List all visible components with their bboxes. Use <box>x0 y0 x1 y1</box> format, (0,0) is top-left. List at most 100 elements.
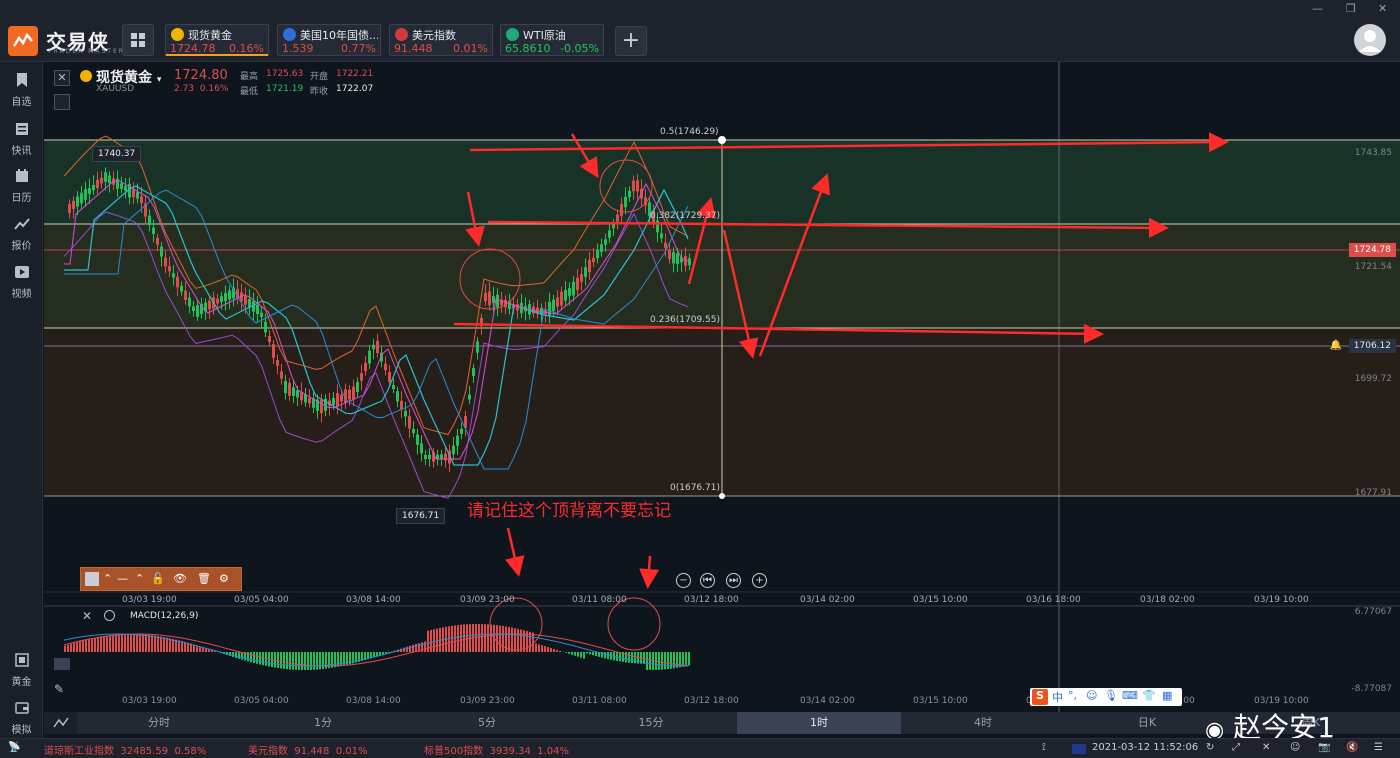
sidebar-item-news[interactable]: 快讯 <box>0 117 43 161</box>
fib-label: 0.5(1746.29) <box>660 127 719 137</box>
tab-spot-gold[interactable]: 现货黄金 1724.78 0.16% <box>165 24 269 56</box>
macd-histogram <box>63 624 690 670</box>
line-style-icon[interactable]: — <box>117 572 128 585</box>
macd-bar <box>307 652 309 670</box>
macd-bar <box>103 636 105 652</box>
candle <box>332 398 335 405</box>
eye-icon[interactable]: 👁 <box>173 572 187 585</box>
candle <box>188 297 191 307</box>
color-swatch[interactable] <box>85 572 99 586</box>
bond-icon <box>283 28 296 41</box>
ticker-dow[interactable]: 道琼斯工业指数 32485.59 0.58% <box>44 742 206 757</box>
chart-canvas[interactable] <box>44 62 1400 712</box>
prev-close-value: 1722.07 <box>336 84 374 94</box>
tf-4h[interactable]: 4时 <box>901 712 1065 734</box>
candle <box>472 368 475 376</box>
arrow[interactable] <box>639 555 660 589</box>
mute-icon[interactable]: 🔇 <box>1346 742 1358 753</box>
fib-handle[interactable] <box>719 493 725 499</box>
skin-icon[interactable]: 👕 <box>1142 689 1156 702</box>
time-axis-label: 03/05 04:00 <box>234 595 289 605</box>
emoji-icon[interactable]: ☺ <box>1086 689 1097 702</box>
indicator-settings-icon[interactable] <box>104 610 115 621</box>
trash-icon[interactable]: 🗑 <box>197 572 211 585</box>
tf-tick[interactable]: 分时 <box>77 712 241 734</box>
mic-icon[interactable]: 🎙 <box>1104 689 1118 702</box>
annotation-text[interactable]: 请记住这个顶背离不要忘记 <box>467 496 671 521</box>
menu-icon[interactable]: ☰ <box>1374 742 1383 753</box>
macd-bar <box>595 652 597 657</box>
candle <box>632 180 635 192</box>
ime-lang[interactable]: 中 <box>1052 689 1063 705</box>
chevron-up-icon[interactable]: ⌃ <box>135 572 144 585</box>
user-icon[interactable]: ☺ <box>1290 742 1300 753</box>
sidebar-item-watchlist[interactable]: 自选 <box>0 68 43 112</box>
bar-icon[interactable] <box>54 658 70 670</box>
alert-price-tag[interactable]: 1706.12 <box>1348 339 1396 353</box>
indicator-toggle[interactable] <box>44 712 77 734</box>
price-axis-label: 1743.85 <box>1354 148 1392 158</box>
restore-icon[interactable]: ❐ <box>1346 2 1356 15</box>
candle <box>192 306 195 311</box>
tf-5m[interactable]: 5分 <box>405 712 569 734</box>
sidebar-item-calendar[interactable]: 日历 <box>0 164 43 208</box>
close-window-icon[interactable]: ✕ <box>1378 2 1387 15</box>
sidebar-item-video[interactable]: 视频 <box>0 260 43 304</box>
macd-bar <box>451 625 453 652</box>
camera-icon[interactable]: 📷 <box>1318 742 1330 753</box>
sidebar-item-label: 模拟 <box>11 725 32 736</box>
zoom-in-button[interactable]: + <box>752 573 767 588</box>
bell-icon[interactable]: 🔔 <box>1330 340 1342 351</box>
candle <box>620 203 623 217</box>
tf-1m[interactable]: 1分 <box>241 712 405 734</box>
lock-icon[interactable]: 🔓 <box>151 572 165 585</box>
candle <box>340 394 343 402</box>
layout-grid-button[interactable] <box>122 24 154 56</box>
ticker-dxy[interactable]: 美元指数 91.448 0.01% <box>248 742 368 757</box>
tab-us10y[interactable]: 美国10年国债... 1.539 0.77% <box>277 24 381 56</box>
tab-pct: 0.01% <box>453 42 488 55</box>
ime-toolbar[interactable]: S 中 °, ☺ 🎙 ⌨ 👕 ▦ <box>1030 688 1182 706</box>
gold-icon <box>14 653 29 667</box>
jump-start-button[interactable]: ⏮ <box>700 573 715 588</box>
fullscreen-icon[interactable]: ⤢ <box>1232 742 1240 753</box>
macd-bar <box>106 635 108 652</box>
close-chart-button[interactable]: ✕ <box>54 70 70 86</box>
tools-icon[interactable]: ✕ <box>1262 742 1270 753</box>
sidebar-item-demo[interactable]: 模拟 <box>0 696 43 740</box>
macd-bar <box>67 644 69 652</box>
keyboard-icon[interactable]: ⌨ <box>1122 689 1138 702</box>
macd-bar <box>478 624 480 652</box>
chevron-up-icon[interactable]: ⌃ <box>103 572 112 585</box>
fib-handle[interactable] <box>718 136 726 144</box>
tab-usd-index[interactable]: 美元指数 91.448 0.01% <box>389 24 493 56</box>
time-axis-label: 03/12 18:00 <box>684 595 739 605</box>
user-avatar[interactable] <box>1354 24 1386 56</box>
tf-1h[interactable]: 1时 <box>737 712 901 734</box>
draw-tool-button[interactable] <box>54 94 70 110</box>
tab-wti-oil[interactable]: WTI原油 65.8610 -0.05% <box>500 24 604 56</box>
refresh-icon[interactable]: ↻ <box>1206 742 1214 753</box>
ticker-spx[interactable]: 标普500指数 3939.34 1.04% <box>424 742 569 757</box>
signal-icon[interactable]: ⟟ <box>1042 742 1046 753</box>
tf-15m[interactable]: 15分 <box>569 712 733 734</box>
punct-icon[interactable]: °, <box>1068 689 1077 702</box>
arrow[interactable] <box>504 527 525 577</box>
toolbox-icon[interactable]: ▦ <box>1162 689 1172 702</box>
pen-icon[interactable]: ✎ <box>54 682 64 696</box>
sidebar-item-gold[interactable]: 黄金 <box>0 648 43 692</box>
sidebar-item-quotes[interactable]: 报价 <box>0 212 43 256</box>
close-indicator-button[interactable]: ✕ <box>82 609 92 623</box>
price-chart[interactable]: ✕ 现货黄金 ▾ XAUUSD 1724.80 2.73 0.16% 最高 17… <box>44 62 1400 712</box>
jump-end-button[interactable]: ⏭ <box>726 573 741 588</box>
add-tab-button[interactable]: + <box>615 26 647 56</box>
candle <box>176 276 179 288</box>
macd-bar <box>154 635 156 652</box>
time-axis-label: 03/08 14:00 <box>346 595 401 605</box>
candle <box>216 298 219 304</box>
settings-icon[interactable]: ⚙ <box>219 572 229 585</box>
macd-bar <box>256 652 258 664</box>
macd-bar <box>502 625 504 652</box>
zoom-out-button[interactable]: − <box>676 573 691 588</box>
minimize-icon[interactable]: — <box>1312 2 1323 15</box>
